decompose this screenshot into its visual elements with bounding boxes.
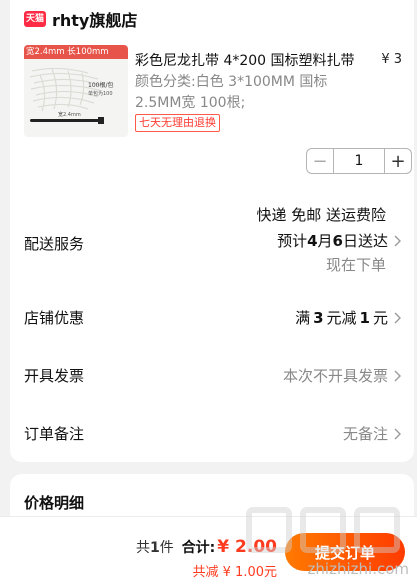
chevron-right-icon [394,428,401,439]
delivery-eta-pre: 预计 [277,232,308,250]
tmall-badge: 天猫 [24,11,46,27]
promo-mid: 元减 [326,309,357,327]
delivery-eta-month: 4 [307,231,318,250]
shop-promo-row[interactable]: 满 3 元减 1 元 [295,307,402,328]
delivery-label: 配送服务 [24,235,85,253]
quantity-decrease-button[interactable]: − [307,149,333,173]
chevron-right-icon [394,312,401,323]
item-count-value: 1 [149,540,160,556]
total-label: 合计: [181,540,216,556]
item-count-post: 件 [159,540,174,556]
product-price: ¥ 3 [381,52,402,67]
thumbnail-pack-sub: 单包为100 [88,90,113,97]
item-count: 共1件 [136,537,174,557]
thumbnail-width-label: 宽2.4mm [58,111,81,118]
order-note-label: 订单备注 [24,425,85,443]
promo-pre: 满 [295,309,311,327]
product-thumbnail[interactable]: 宽2.4mm 长100mm 100根/包 单包为100 宽2.4mm [24,45,128,137]
quantity-value[interactable]: 1 [333,149,385,173]
chevron-right-icon [394,370,401,381]
promo-post: 元 [372,309,388,327]
price-detail-title: 价格明细 [24,494,85,512]
shop-name[interactable]: rhty旗舰店 [52,7,137,31]
invoice-row[interactable]: 本次不开具发票 [283,365,402,386]
delivery-row[interactable]: 预计 4 月 6 日送达 [277,230,402,251]
order-note-value: 无备注 [342,425,388,443]
item-count-pre: 共 [135,540,150,556]
quantity-increase-button[interactable]: + [385,149,411,173]
delivery-eta-post: 日送达 [342,232,388,250]
promo-threshold: 3 [313,308,324,327]
invoice-value: 本次不开具发票 [282,367,388,385]
watermark-text: zhizhizhi.com [307,560,409,578]
product-title[interactable]: 彩色尼龙扎带 4*200 国标塑料扎带 [135,50,355,70]
delivery-eta-mid: 月 [317,232,333,250]
quantity-stepper: − 1 + [306,148,412,174]
cable-ties-image: 100根/包 单包为100 宽2.4mm [29,67,113,124]
shop-order-card: 天猫 rhty旗舰店 宽2.4mm 长100mm 100根/包 单包为100 宽… [10,0,414,462]
thumbnail-pack-label: 100根/包 [88,81,113,89]
promo-discount: 1 [359,308,370,327]
product-spec[interactable]: 颜色分类:白色 3*100MM 国标 2.5MM宽 100根; [135,72,355,114]
delivery-method: 快递 免邮 送运费险 [256,206,386,224]
chevron-right-icon [394,235,401,246]
delivery-eta-day: 6 [332,231,343,250]
delivery-order-now: 现在下单 [325,256,386,274]
order-note-row[interactable]: 无备注 [343,423,402,444]
thumbnail-size-strip: 宽2.4mm 长100mm [24,45,128,59]
shop-header[interactable]: 天猫 rhty旗舰店 [24,7,137,31]
shop-promo-label: 店铺优惠 [24,309,85,327]
return-policy-tag: 七天无理由退换 [135,114,220,132]
invoice-label: 开具发票 [24,367,85,385]
